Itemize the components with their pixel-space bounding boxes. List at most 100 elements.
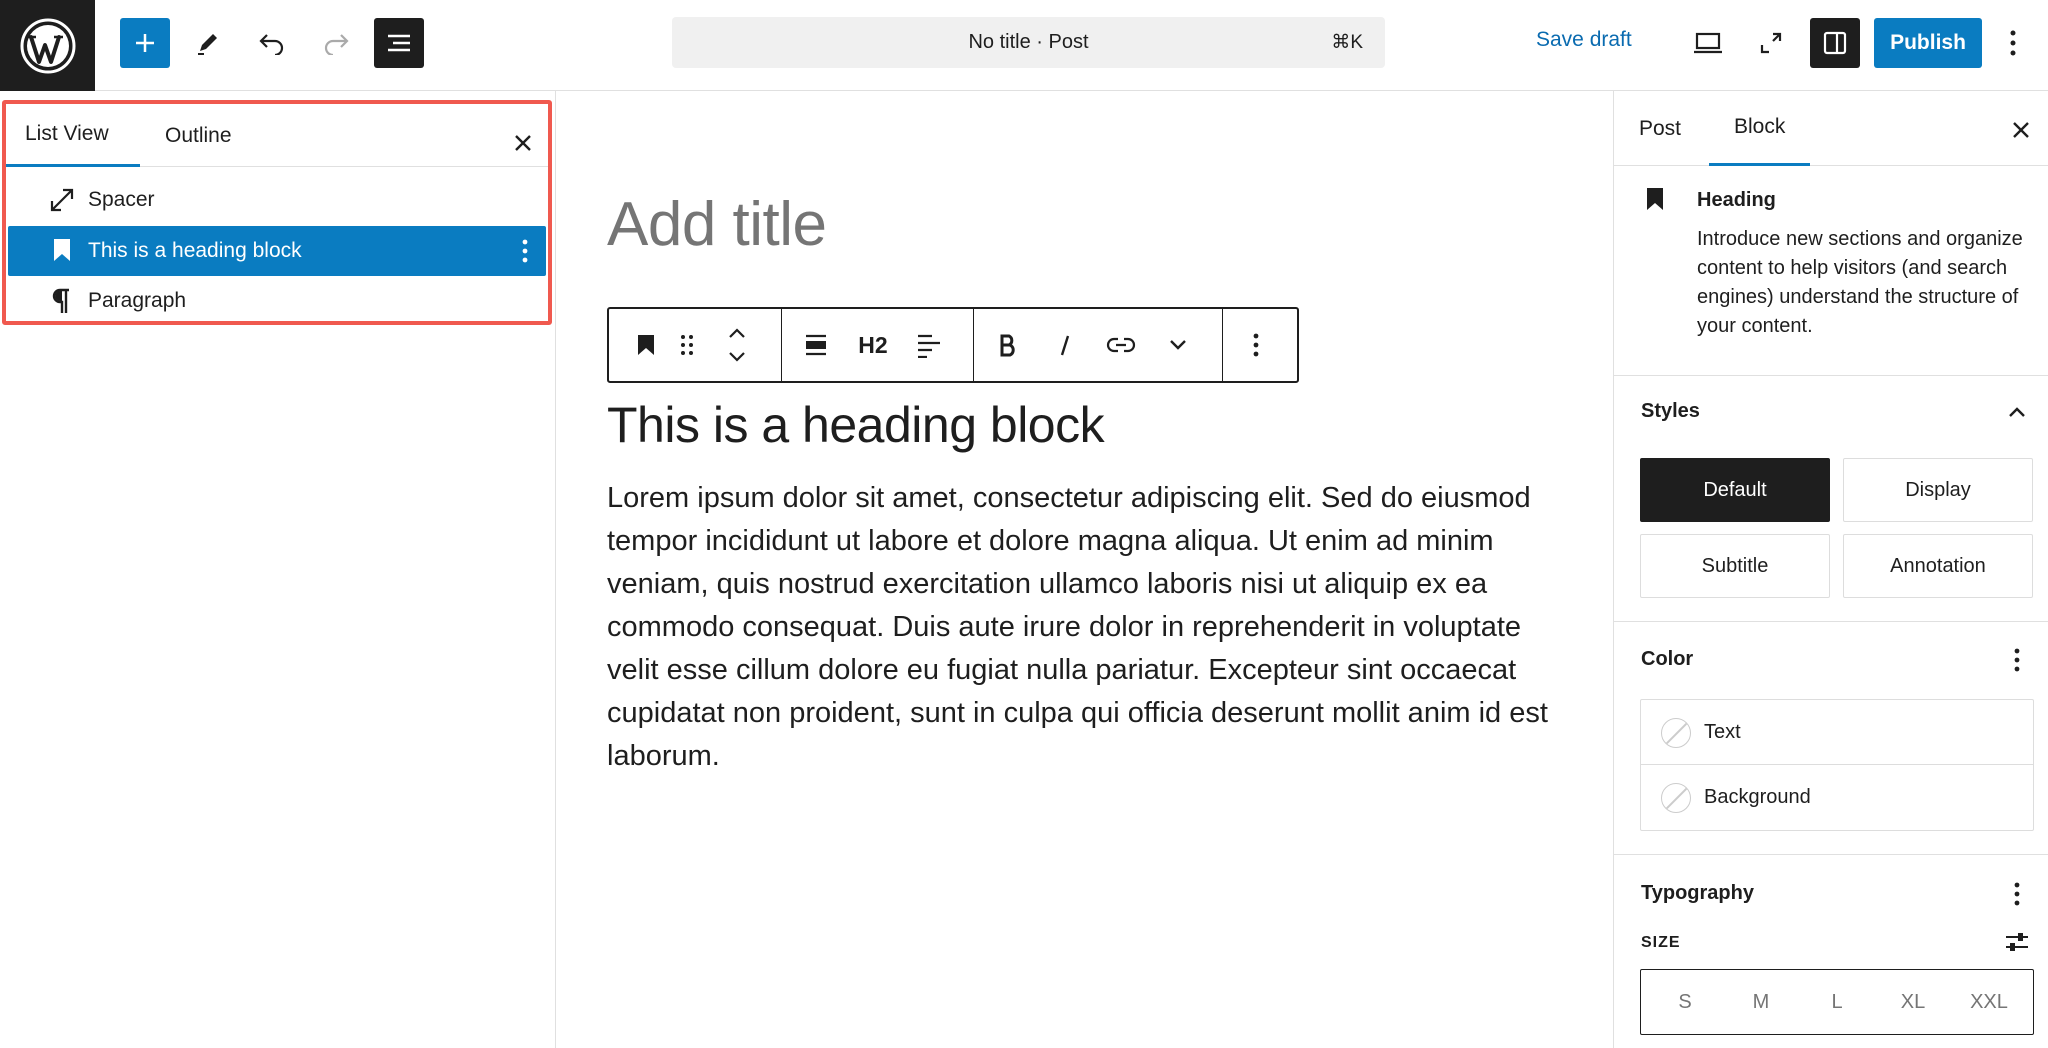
bookmark-icon [1644, 186, 1666, 217]
text-align-button[interactable] [907, 323, 951, 367]
post-title-input[interactable]: Add title [607, 189, 827, 260]
align-left-icon [918, 334, 940, 358]
list-view-tabs: List View Outline [6, 104, 548, 167]
laptop-icon [1694, 32, 1722, 54]
custom-size-button[interactable] [2000, 925, 2034, 959]
tools-button[interactable] [183, 18, 233, 68]
style-display-button[interactable]: Display [1843, 458, 2033, 522]
toolbar-group-block [609, 309, 782, 381]
paragraph-block[interactable]: Lorem ipsum dolor sit amet, consectetur … [607, 477, 1557, 778]
document-overview-button[interactable] [374, 18, 424, 68]
redo-icon [324, 34, 349, 55]
sidebar-tabs: Post Block [1614, 91, 2048, 166]
close-list-view-button[interactable] [506, 126, 540, 160]
heading-block[interactable]: This is a heading block [607, 396, 1105, 454]
add-block-button[interactable] [120, 18, 170, 68]
list-item-paragraph[interactable]: Paragraph [8, 277, 546, 325]
bold-button[interactable] [986, 323, 1030, 367]
more-vertical-icon [1253, 333, 1259, 357]
style-default-button[interactable]: Default [1640, 458, 1830, 522]
chevron-up-icon [2009, 407, 2025, 417]
align-button[interactable] [794, 323, 838, 367]
settings-sliders-icon [2006, 933, 2028, 951]
collapse-styles-button[interactable] [2000, 395, 2034, 429]
block-name: Heading [1697, 189, 1776, 211]
chevron-up-down-icon [729, 328, 745, 362]
undo-icon [259, 34, 284, 55]
more-vertical-icon [2014, 648, 2020, 672]
editor-canvas: Add title H2 This is a heading block Lor… [557, 91, 1613, 1048]
expand-icon [1760, 32, 1782, 54]
heading-level-button[interactable]: H2 [851, 323, 895, 367]
color-settings-box: Text Background [1640, 699, 2034, 831]
block-options-button[interactable] [1234, 323, 1278, 367]
color-text-item[interactable]: Text [1641, 700, 2033, 765]
color-item-label: Background [1704, 786, 1811, 808]
typography-options-button[interactable] [2000, 877, 2034, 911]
align-wide-icon [806, 334, 826, 356]
settings-sidebar-button[interactable] [1810, 18, 1860, 68]
font-size-picker: S M L XL XXL [1640, 969, 2034, 1035]
tab-list-view[interactable]: List View [6, 104, 140, 167]
zoom-out-button[interactable] [1746, 18, 1796, 68]
size-option-s[interactable]: S [1655, 991, 1715, 1014]
block-description: Introduce new sections and organize cont… [1697, 228, 2023, 337]
size-option-xxl[interactable]: XXL [1959, 991, 2019, 1014]
wordpress-logo-icon[interactable] [0, 0, 95, 91]
color-section-title: Color [1641, 648, 1694, 670]
color-options-button[interactable] [2000, 643, 2034, 677]
list-item-heading[interactable]: This is a heading block [8, 226, 546, 276]
more-formats-button[interactable] [1156, 323, 1200, 367]
redo-button[interactable] [311, 18, 361, 68]
undo-button[interactable] [247, 18, 297, 68]
tab-block[interactable]: Block [1709, 91, 1811, 166]
block-card: Heading Introduce new sections and organ… [1614, 166, 2048, 376]
bookmark-icon [48, 236, 76, 264]
settings-sidebar: Post Block Heading Introduce new section… [1613, 91, 2048, 1048]
resize-arrows-icon [48, 186, 76, 214]
styles-section-title[interactable]: Styles [1641, 400, 1700, 423]
close-icon [515, 135, 531, 151]
list-view-panel: List View Outline Spacer This is a headi… [0, 91, 556, 1048]
options-menu-button[interactable] [1993, 18, 2033, 68]
list-item-label: This is a heading block [88, 239, 302, 262]
list-item-label: Paragraph [88, 289, 187, 312]
document-title: No title · Post [968, 31, 1089, 53]
size-option-m[interactable]: M [1731, 991, 1791, 1014]
plus-icon [136, 34, 154, 52]
command-palette-bar[interactable]: No title · Post ⌘K [672, 17, 1385, 68]
size-option-xl[interactable]: XL [1883, 991, 1943, 1014]
move-up-down-button[interactable] [717, 323, 757, 367]
save-draft-button[interactable]: Save draft [1536, 28, 1632, 52]
pencil-icon [198, 34, 217, 55]
publish-button[interactable]: Publish [1874, 18, 1982, 68]
divider [1614, 854, 2048, 855]
close-sidebar-button[interactable] [2004, 113, 2038, 147]
sidebar-icon [1823, 31, 1847, 55]
color-item-label: Text [1704, 720, 1741, 743]
style-annotation-button[interactable]: Annotation [1843, 534, 2033, 598]
drag-handle[interactable] [672, 323, 702, 367]
chevron-down-icon [1170, 340, 1186, 350]
tab-outline[interactable]: Outline [146, 104, 251, 167]
pilcrow-icon [48, 287, 76, 315]
list-item-spacer[interactable]: Spacer [8, 176, 546, 224]
tab-post[interactable]: Post [1614, 91, 1706, 166]
bold-icon [1000, 334, 1015, 357]
divider [1614, 621, 2048, 622]
italic-button[interactable] [1043, 323, 1087, 367]
style-subtitle-button[interactable]: Subtitle [1640, 534, 1830, 598]
size-option-l[interactable]: L [1807, 991, 1867, 1014]
preview-button[interactable] [1683, 18, 1733, 68]
toolbar-group-inline [974, 309, 1223, 381]
block-toolbar: H2 [607, 307, 1299, 383]
more-vertical-icon[interactable] [511, 236, 539, 266]
color-background-item[interactable]: Background [1641, 765, 2033, 830]
bookmark-icon [638, 335, 654, 355]
more-vertical-icon [2014, 882, 2020, 906]
block-type-button[interactable] [624, 323, 668, 367]
empty-swatch-icon [1661, 783, 1691, 813]
list-item-label: Spacer [88, 188, 155, 211]
list-view-icon [388, 34, 410, 52]
link-button[interactable] [1099, 323, 1143, 367]
